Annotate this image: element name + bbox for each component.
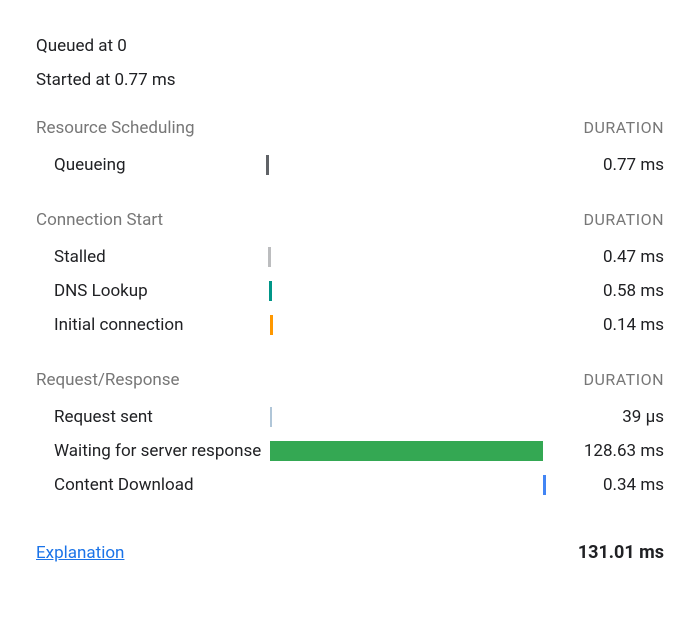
timing-bar-cell bbox=[266, 154, 544, 176]
queued-at-line: Queued at 0 bbox=[36, 36, 664, 56]
timing-phase-label: Waiting for server response bbox=[36, 441, 266, 461]
duration-header: DURATION bbox=[584, 118, 664, 137]
timing-bar bbox=[268, 247, 271, 267]
timing-phase-value: 39 µs bbox=[544, 407, 664, 427]
timing-phase-value: 0.77 ms bbox=[544, 155, 664, 175]
timing-row: Stalled 0.47 ms bbox=[36, 240, 664, 274]
timing-phase-value: 0.58 ms bbox=[544, 281, 664, 301]
timing-bar-cell bbox=[266, 440, 544, 462]
timing-phase-value: 0.47 ms bbox=[544, 247, 664, 267]
timing-footer: Explanation 131.01 ms bbox=[36, 542, 664, 563]
timing-phase-label: Queueing bbox=[36, 155, 266, 175]
timing-bar-cell bbox=[266, 246, 544, 268]
timing-bar-cell bbox=[266, 406, 544, 428]
section-header: Connection Start DURATION bbox=[36, 210, 664, 230]
timing-row: Waiting for server response 128.63 ms bbox=[36, 434, 664, 468]
timing-bar bbox=[270, 315, 273, 335]
timing-phase-label: DNS Lookup bbox=[36, 281, 266, 301]
section-title: Connection Start bbox=[36, 210, 163, 230]
timing-row: Initial connection 0.14 ms bbox=[36, 308, 664, 342]
timing-bar-cell bbox=[266, 314, 544, 336]
timing-phase-value: 128.63 ms bbox=[544, 441, 664, 461]
section-header: Request/Response DURATION bbox=[36, 370, 664, 390]
timing-row: Request sent 39 µs bbox=[36, 400, 664, 434]
timing-row: DNS Lookup 0.58 ms bbox=[36, 274, 664, 308]
timing-section: Request/Response DURATION Request sent 39 µ… bbox=[36, 370, 664, 502]
timing-phase-label: Content Download bbox=[36, 475, 266, 495]
timing-phase-value: 0.14 ms bbox=[544, 315, 664, 335]
duration-header: DURATION bbox=[584, 210, 664, 229]
timing-bar bbox=[266, 155, 269, 175]
duration-header: DURATION bbox=[584, 370, 664, 389]
timing-bar-cell bbox=[266, 280, 544, 302]
timing-bar bbox=[543, 475, 546, 495]
started-at-line: Started at 0.77 ms bbox=[36, 70, 664, 90]
timing-phase-label: Initial connection bbox=[36, 315, 266, 335]
timing-section: Resource Scheduling DURATION Queueing 0.77 … bbox=[36, 118, 664, 182]
timing-phase-label: Request sent bbox=[36, 407, 266, 427]
timing-bar bbox=[270, 441, 542, 461]
timing-bar bbox=[270, 407, 272, 427]
timing-row: Content Download 0.34 ms bbox=[36, 468, 664, 502]
total-time: 131.01 ms bbox=[578, 542, 664, 563]
timing-bar-cell bbox=[266, 474, 544, 496]
timing-phase-label: Stalled bbox=[36, 247, 266, 267]
explanation-link[interactable]: Explanation bbox=[36, 543, 124, 563]
section-title: Resource Scheduling bbox=[36, 118, 195, 138]
timing-bar bbox=[269, 281, 272, 301]
timing-section: Connection Start DURATION Stalled 0.47 ms DN… bbox=[36, 210, 664, 342]
timing-row: Queueing 0.77 ms bbox=[36, 148, 664, 182]
section-header: Resource Scheduling DURATION bbox=[36, 118, 664, 138]
timing-phase-value: 0.34 ms bbox=[544, 475, 664, 495]
section-title: Request/Response bbox=[36, 370, 180, 390]
